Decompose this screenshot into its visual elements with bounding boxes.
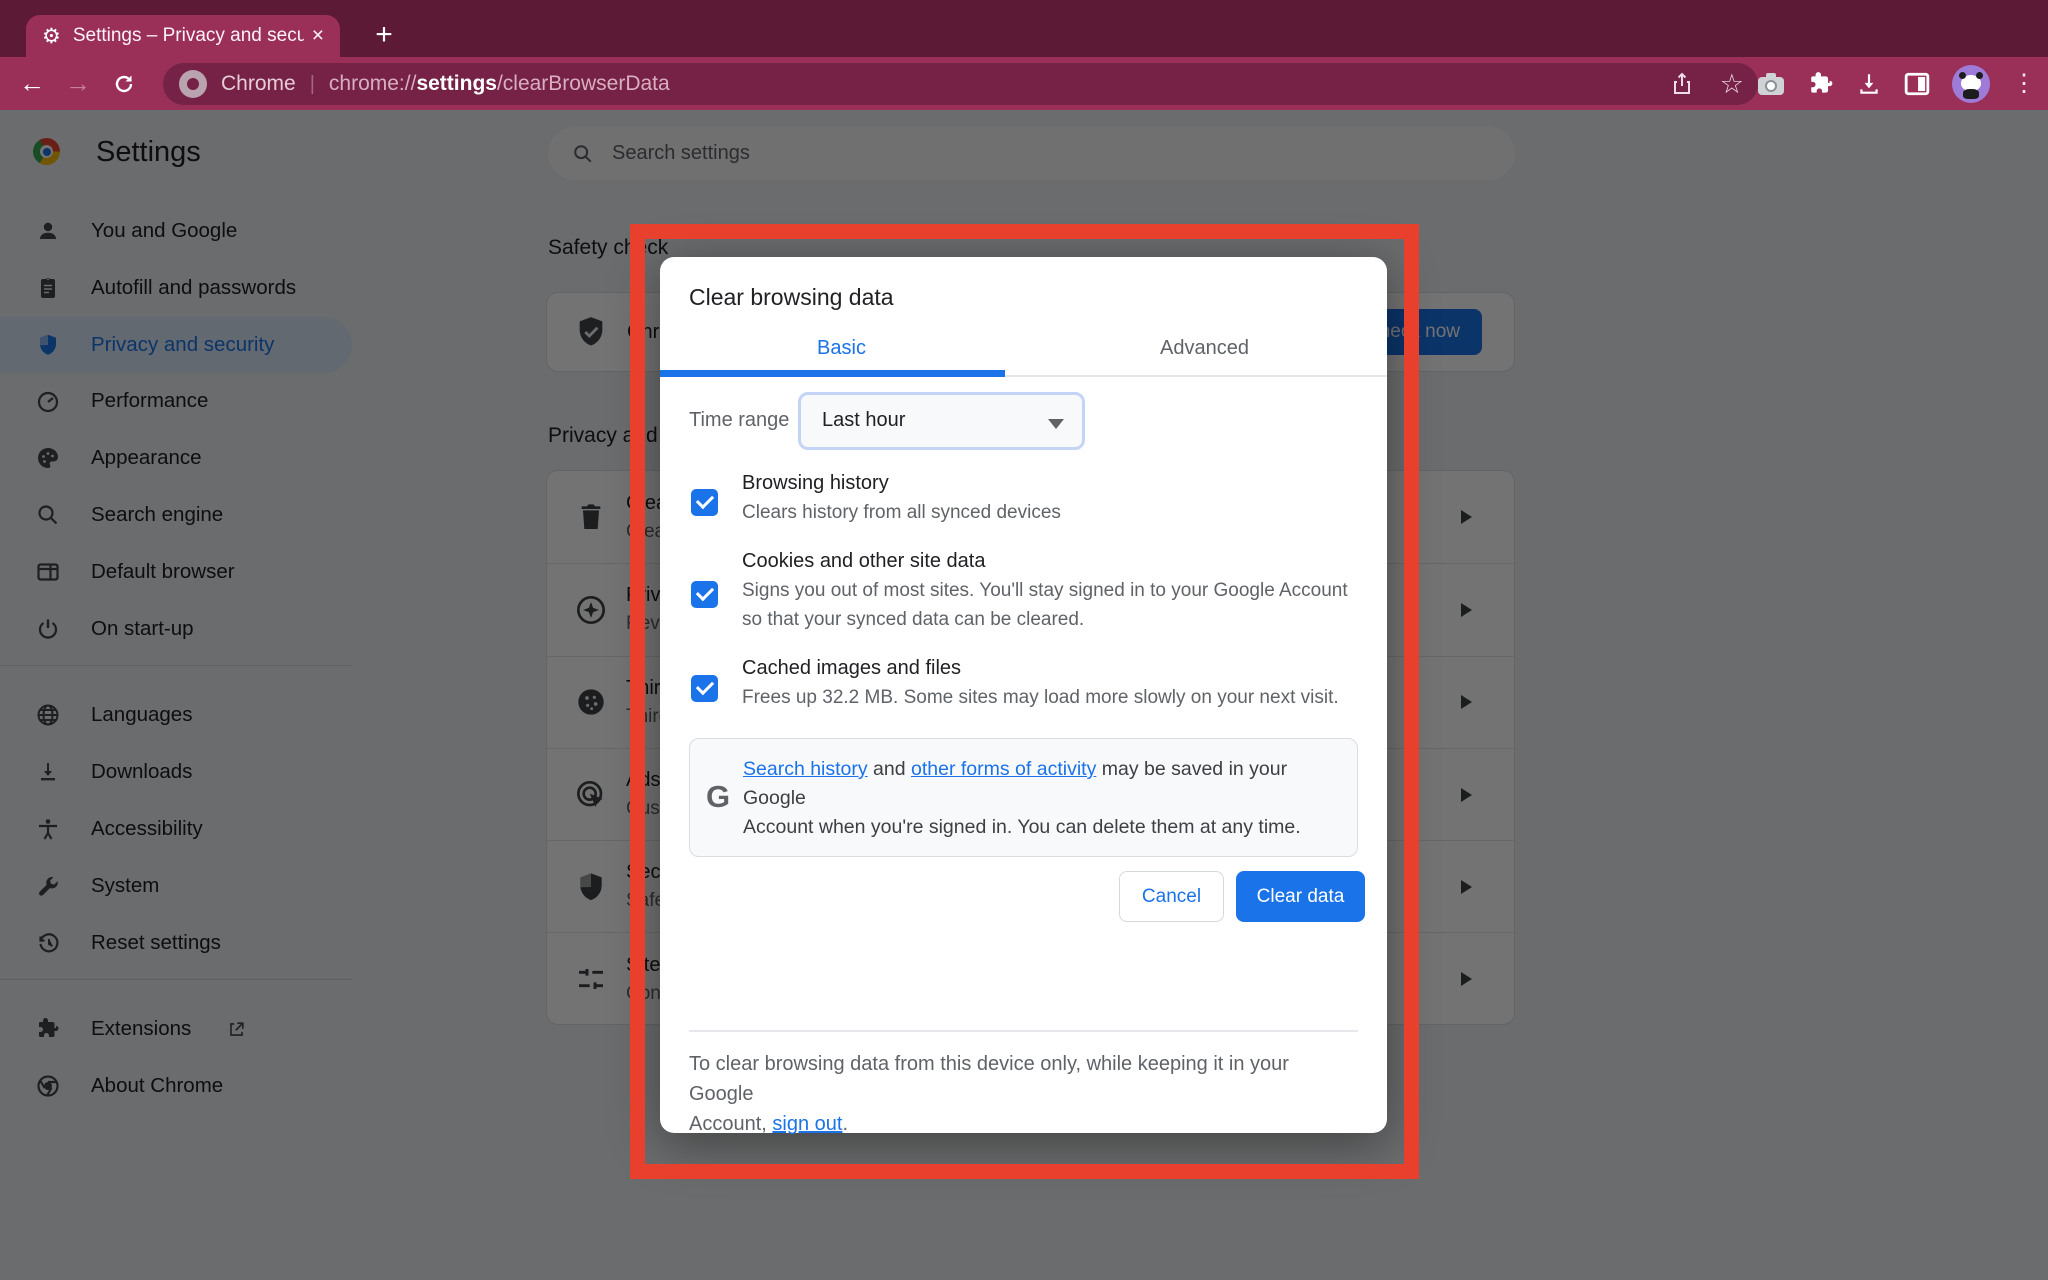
tab-basic[interactable]: Basic	[660, 329, 1023, 367]
google-g-icon: G	[706, 779, 730, 815]
checkbox-title: Cached images and files	[742, 654, 1362, 683]
clear-data-button[interactable]: Clear data	[1236, 871, 1365, 922]
url-text: chrome://settings/clearBrowserData	[329, 72, 670, 96]
reload-icon	[112, 72, 136, 96]
checkbox-title: Browsing history	[742, 469, 1362, 498]
downloads-icon[interactable]	[1856, 71, 1882, 97]
site-info-icon[interactable]	[179, 70, 207, 98]
tab-advanced[interactable]: Advanced	[1023, 329, 1386, 367]
profile-avatar[interactable]	[1952, 65, 1990, 103]
browser-tab[interactable]: ⚙ Settings – Privacy and security ×	[26, 15, 340, 57]
omnibox-separator: |	[310, 73, 315, 96]
checkbox-cookies[interactable]	[691, 581, 718, 608]
camera-icon[interactable]	[1756, 71, 1786, 97]
omnibox[interactable]: Chrome | chrome://settings/clearBrowserD…	[163, 63, 1758, 105]
browser-toolbar: ← → Chrome | chrome://settings/clearBrow…	[0, 57, 2048, 110]
time-range-value: Last hour	[822, 409, 905, 432]
side-panel-icon[interactable]	[1904, 71, 1930, 97]
back-button[interactable]: ←	[12, 57, 52, 110]
checkbox-subtitle: Clears history from all synced devices	[742, 498, 1362, 527]
clear-browsing-data-dialog: Clear browsing data Basic Advanced Time …	[660, 257, 1387, 1133]
forward-button[interactable]: →	[58, 57, 98, 110]
site-label: Chrome	[221, 72, 296, 96]
signout-footer: To clear browsing data from this device …	[689, 1049, 1339, 1139]
browser-menu-icon[interactable]: ⋮	[2012, 77, 2036, 91]
time-range-select[interactable]: Last hour	[798, 392, 1085, 450]
dropdown-caret-icon	[1048, 419, 1064, 429]
dialog-title: Clear browsing data	[689, 284, 894, 311]
time-range-label: Time range	[689, 409, 789, 432]
checkbox-browsing-history[interactable]	[691, 489, 718, 516]
new-tab-button[interactable]: +	[366, 18, 402, 54]
tab-close-icon[interactable]: ×	[312, 24, 324, 48]
reload-button[interactable]	[104, 57, 144, 110]
extensions-puzzle-icon[interactable]	[1808, 71, 1834, 97]
cancel-button[interactable]: Cancel	[1119, 871, 1224, 922]
sign-out-link[interactable]: sign out	[772, 1113, 842, 1135]
tab-favicon-gear-icon: ⚙	[42, 24, 61, 49]
search-history-link[interactable]: Search history	[743, 758, 868, 780]
checkbox-cached-images[interactable]	[691, 675, 718, 702]
tab-title: Settings – Privacy and security	[73, 25, 304, 47]
google-account-notice: G Search history and other forms of acti…	[689, 738, 1358, 857]
checkbox-subtitle: Signs you out of most sites. You'll stay…	[742, 576, 1362, 634]
active-tab-underline	[660, 370, 1005, 377]
checkbox-subtitle: Frees up 32.2 MB. Some sites may load mo…	[742, 683, 1362, 712]
bookmark-star-icon[interactable]: ☆	[1720, 69, 1744, 100]
tab-bar: ⚙ Settings – Privacy and security × +	[0, 0, 2048, 57]
checkbox-title: Cookies and other site data	[742, 547, 1362, 576]
share-icon[interactable]	[1670, 72, 1694, 96]
other-activity-link[interactable]: other forms of activity	[911, 758, 1096, 780]
